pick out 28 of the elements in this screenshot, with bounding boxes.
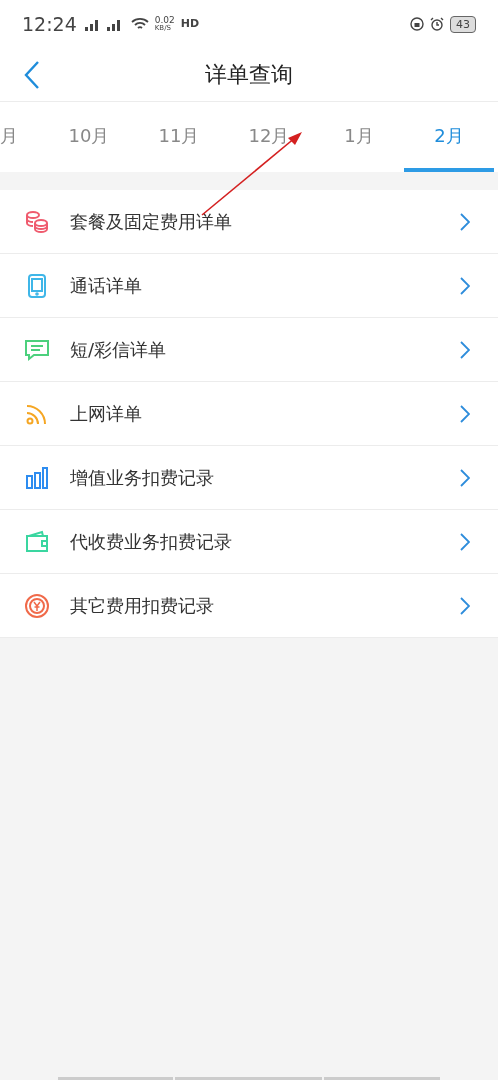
chevron-right-icon	[460, 340, 470, 359]
lock-icon	[410, 17, 424, 31]
chevron-right-icon	[460, 276, 470, 295]
item-label: 上网详单	[70, 402, 143, 426]
network-speed: 0.02	[154, 16, 175, 25]
month-tab[interactable]: 11月	[134, 102, 224, 172]
month-tab[interactable]: 10月	[44, 102, 134, 172]
month-tab[interactable]: 12月	[224, 102, 314, 172]
month-tab[interactable]: 月	[0, 102, 44, 172]
chevron-right-icon	[460, 212, 470, 231]
hd-indicator: HD	[180, 15, 200, 32]
month-tab[interactable]: 1月	[314, 102, 404, 172]
month-tab[interactable]: 2月	[404, 102, 494, 172]
chevron-right-icon	[460, 596, 470, 615]
item-label: 代收费业务扣费记录	[70, 530, 233, 554]
alarm-icon	[430, 17, 444, 31]
battery-indicator: 43	[450, 15, 476, 33]
chevron-right-icon	[460, 404, 470, 423]
item-label: 套餐及固定费用详单	[70, 210, 233, 234]
item-label: 短/彩信详单	[70, 338, 168, 362]
status-time: 12:24	[22, 11, 77, 37]
item-label: 其它费用扣费记录	[70, 594, 215, 618]
wifi-icon	[130, 17, 149, 31]
item-label: 通话详单	[70, 274, 143, 298]
chevron-right-icon	[460, 468, 470, 487]
item-label: 增值业务扣费记录	[70, 466, 215, 490]
page-title: 详单查询	[205, 61, 293, 89]
chevron-right-icon	[460, 532, 470, 551]
